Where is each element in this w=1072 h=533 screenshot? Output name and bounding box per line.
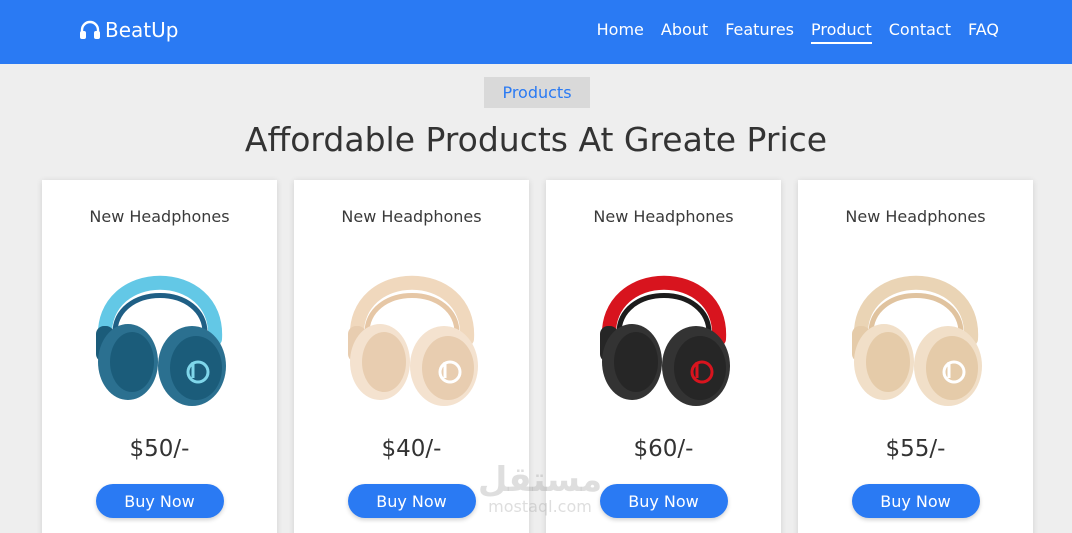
nav-home[interactable]: Home [597, 20, 644, 42]
product-card: New Headphones $40/- Buy Now [294, 180, 529, 533]
product-price: $40/- [381, 436, 442, 462]
headphones-icon [79, 20, 101, 40]
nav-contact[interactable]: Contact [889, 20, 951, 42]
product-card: New Headphones $60/- Buy Now [546, 180, 781, 533]
headphones-image [70, 244, 250, 414]
nav-features[interactable]: Features [725, 20, 794, 42]
nav-about[interactable]: About [661, 20, 708, 42]
product-title: New Headphones [845, 207, 986, 226]
headphones-image [574, 244, 754, 414]
product-price: $60/- [633, 436, 694, 462]
section-title: Affordable Products At Greate Price [244, 120, 828, 159]
product-title: New Headphones [593, 207, 734, 226]
product-card: New Headphones $55/- Buy Now [798, 180, 1033, 533]
headphones-image [322, 244, 502, 414]
product-price: $55/- [885, 436, 946, 462]
top-navbar: BeatUp Home About Features Product Conta… [0, 0, 1072, 64]
product-card: New Headphones $50/- Buy Now [42, 180, 277, 533]
section-tag: Products [484, 77, 590, 108]
nav-product[interactable]: Product [811, 20, 872, 44]
buy-now-button[interactable]: Buy Now [95, 484, 224, 518]
brand-logo[interactable]: BeatUp [79, 18, 178, 42]
brand-name: BeatUp [105, 18, 179, 42]
product-title: New Headphones [341, 207, 482, 226]
buy-now-button[interactable]: Buy Now [347, 484, 476, 518]
headphones-image [826, 244, 1006, 414]
main-nav: Home About Features Product Contact FAQ [597, 20, 999, 44]
buy-now-button[interactable]: Buy Now [599, 484, 728, 518]
buy-now-button[interactable]: Buy Now [851, 484, 980, 518]
nav-faq[interactable]: FAQ [968, 20, 999, 42]
product-price: $50/- [129, 436, 190, 462]
product-title: New Headphones [89, 207, 230, 226]
